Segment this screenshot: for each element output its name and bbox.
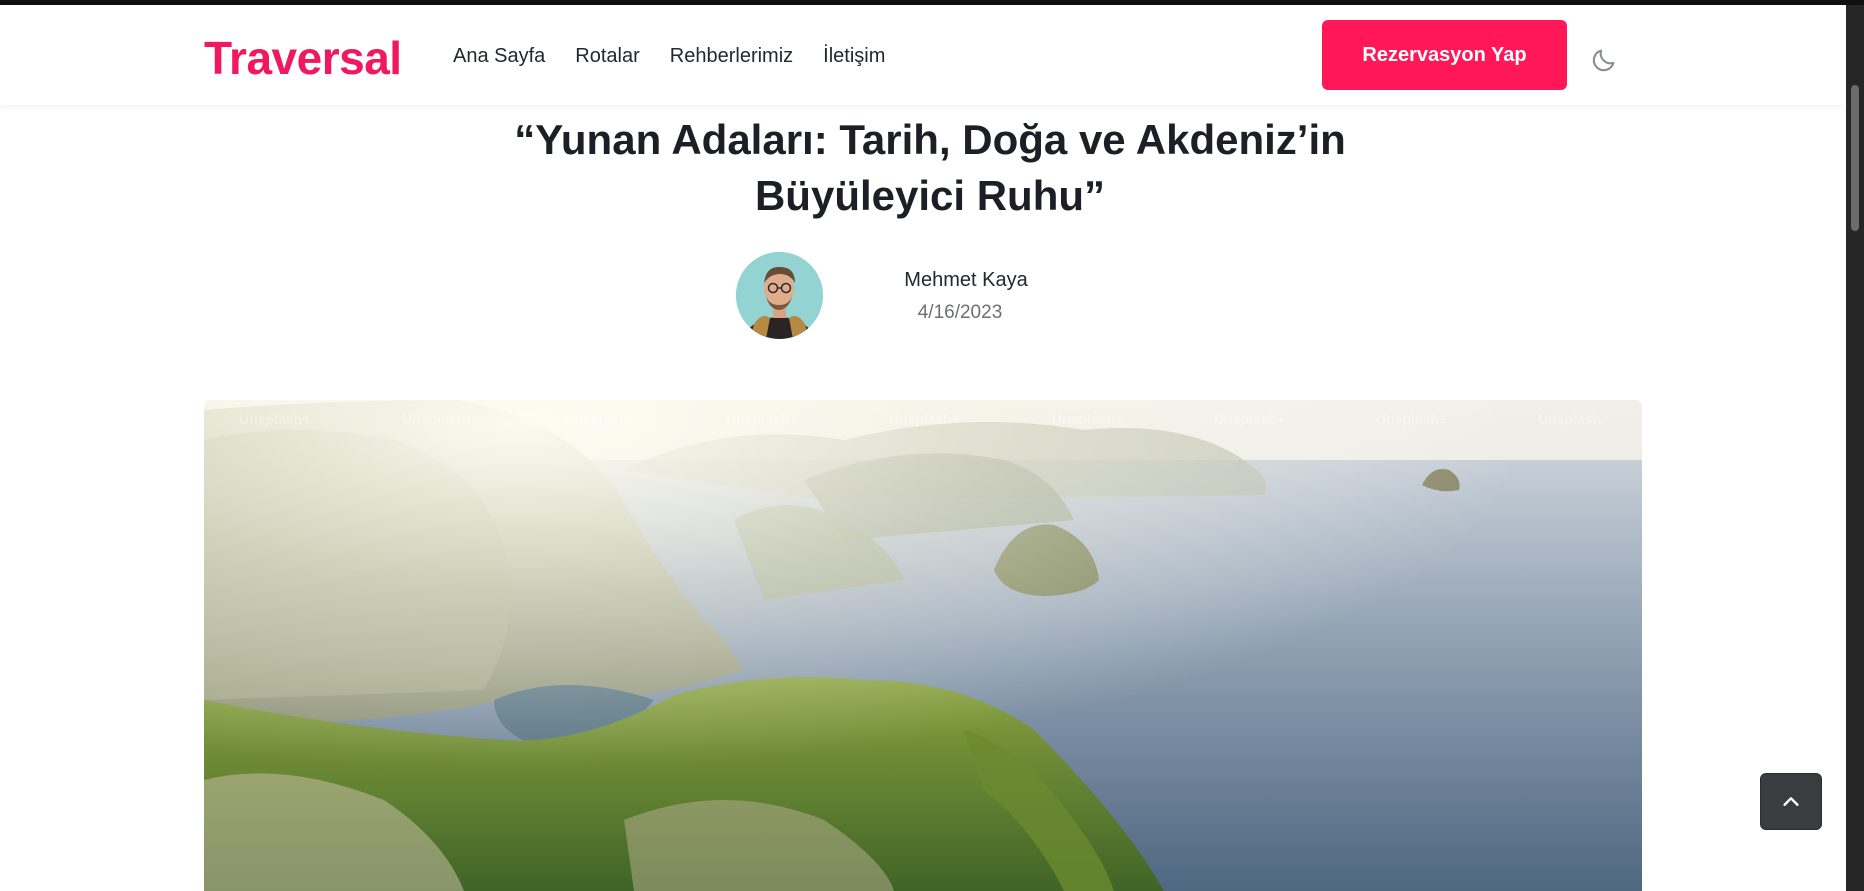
watermark-text: Unsplash+ xyxy=(1214,411,1285,427)
article-title-line-1: “Yunan Adaları: Tarih, Doğa ve Akdeniz’i… xyxy=(514,116,1346,163)
publish-date: 4/16/2023 xyxy=(917,302,1003,323)
page-scrollbar[interactable] xyxy=(1846,5,1864,891)
main-nav: Ana Sayfa Rotalar Rehberlerimiz İletişim xyxy=(453,45,885,68)
nav-link-contact[interactable]: İletişim xyxy=(823,45,885,68)
hero-image: Unsplash+ Unsplash+ Unsplash+ Unsplash+ … xyxy=(204,400,1642,891)
scroll-to-top-button[interactable] xyxy=(1760,773,1822,830)
watermark-text: Unsplash+ xyxy=(726,411,797,427)
chevron-up-icon xyxy=(1783,796,1799,806)
nav-link-routes[interactable]: Rotalar xyxy=(575,45,639,68)
watermark-text: Unsplash+ xyxy=(1538,411,1609,427)
author-avatar xyxy=(736,252,823,339)
moon-icon[interactable] xyxy=(1589,45,1619,75)
scrollbar-thumb[interactable] xyxy=(1851,85,1859,231)
site-header: Traversal Ana Sayfa Rotalar Rehberlerimi… xyxy=(0,5,1846,105)
article-title-line-2: Büyüleyici Ruhu” xyxy=(754,172,1106,219)
reservation-button[interactable]: Rezervasyon Yap xyxy=(1322,20,1567,90)
nav-link-guides[interactable]: Rehberlerimiz xyxy=(670,45,793,68)
watermark-text: Unsplash+ xyxy=(402,411,473,427)
watermark-text: Unsplash+ xyxy=(1376,411,1447,427)
author-name[interactable]: Mehmet Kaya xyxy=(880,269,1052,292)
watermark-text: Unsplash+ xyxy=(889,411,960,427)
watermark-text: Unsplash+ xyxy=(239,411,310,427)
site-logo[interactable]: Traversal xyxy=(204,31,402,85)
watermark-text: Unsplash+ xyxy=(1052,411,1123,427)
article-title: “Yunan Adaları: Tarih, Doğa ve Akdeniz’i… xyxy=(430,112,1430,224)
nav-link-home[interactable]: Ana Sayfa xyxy=(453,45,545,68)
watermark-text: Unsplash+ xyxy=(564,411,635,427)
